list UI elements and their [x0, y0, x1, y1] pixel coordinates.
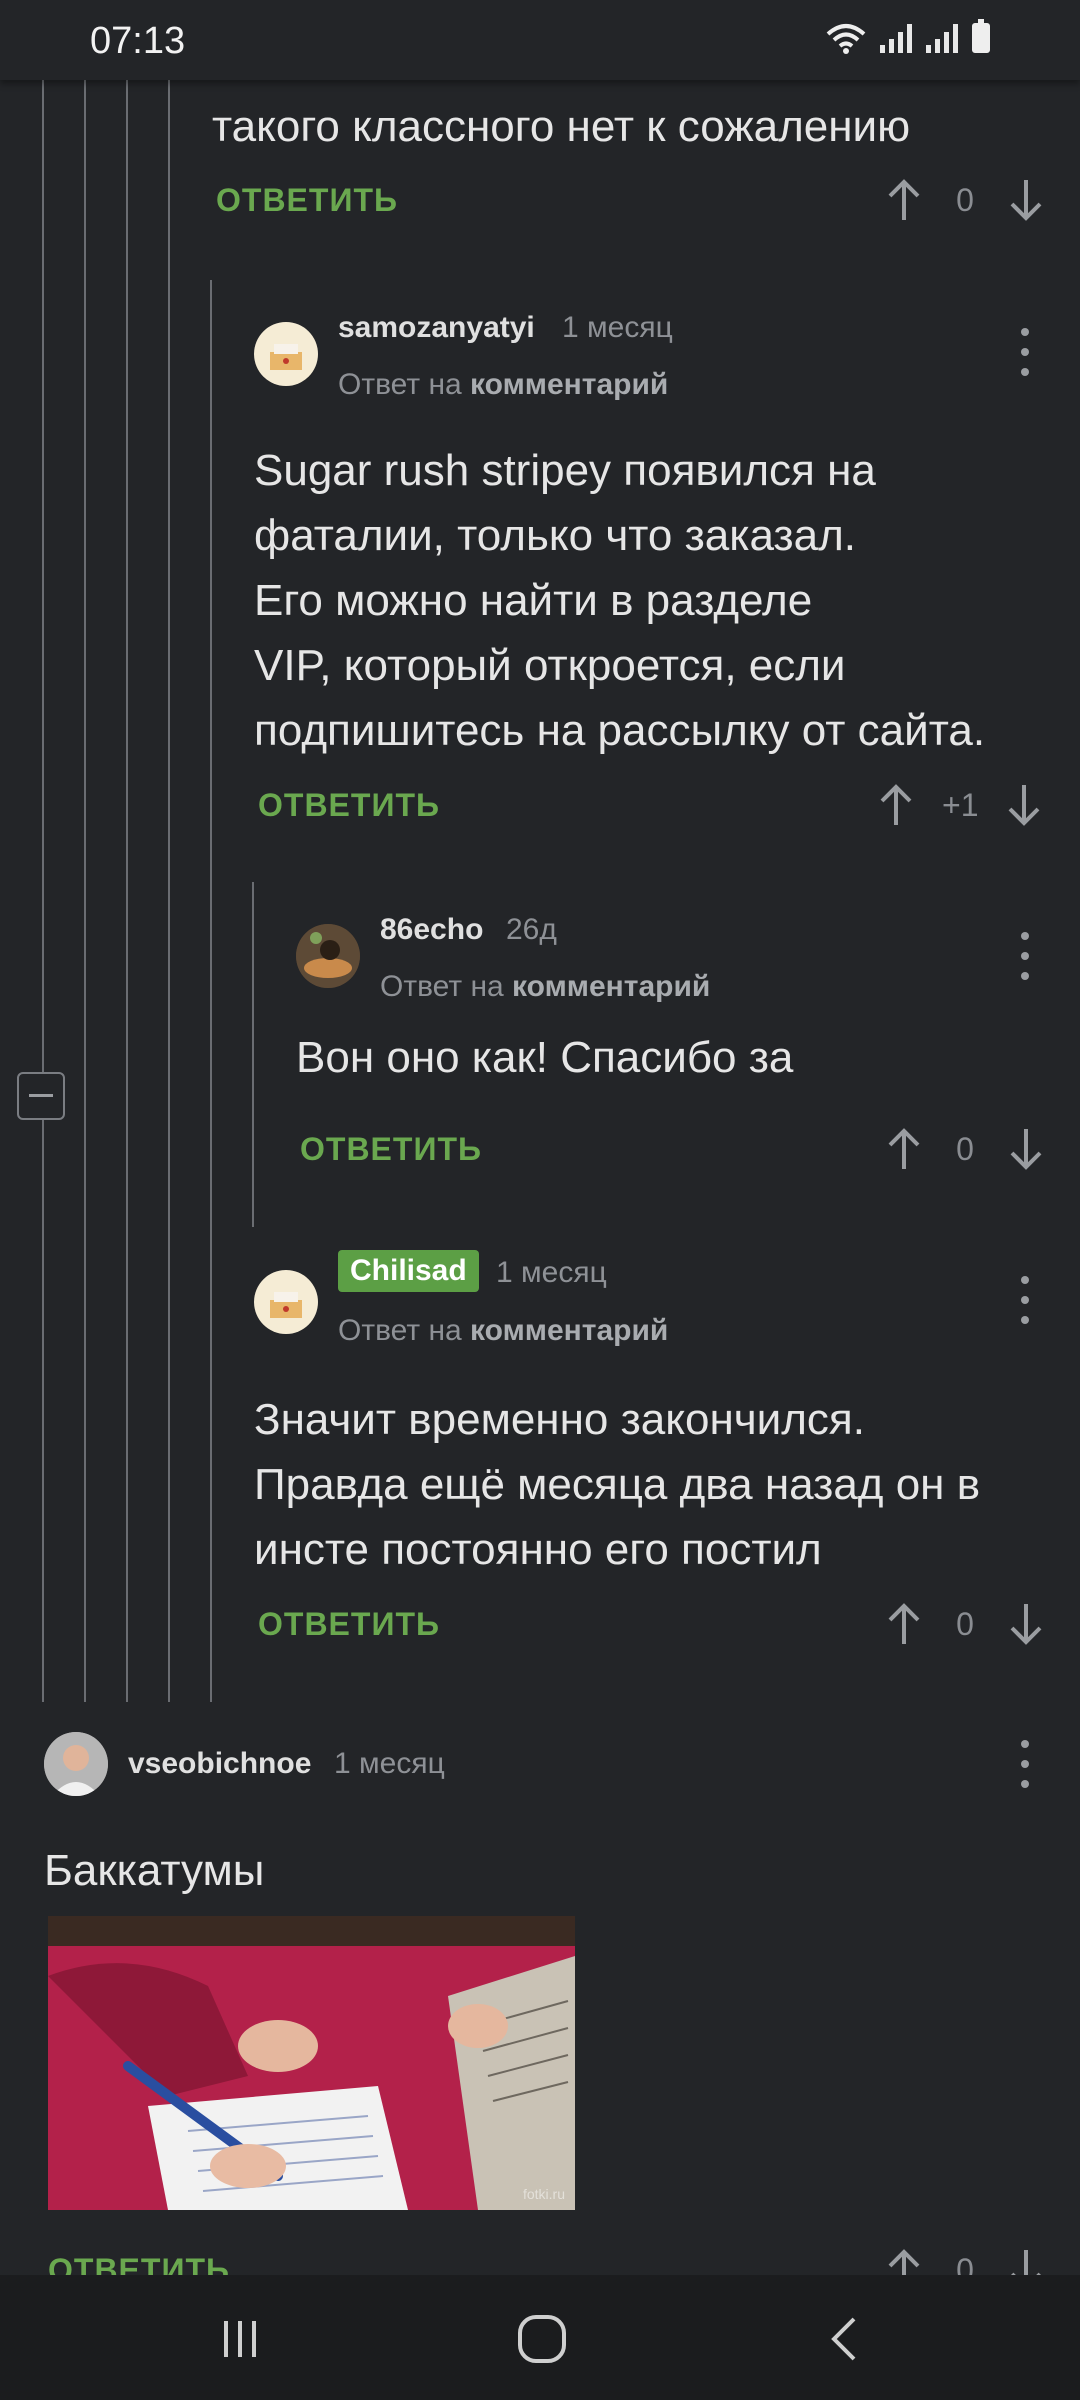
thread-line	[42, 80, 44, 1702]
home-icon[interactable]	[516, 2313, 568, 2365]
reply-button[interactable]: ОТВЕТИТЬ	[258, 1606, 440, 1643]
downvote-icon[interactable]	[1000, 781, 1048, 829]
avatar-cake-icon	[270, 1292, 302, 1318]
recent-apps-icon[interactable]	[216, 2315, 264, 2363]
vote-score: 0	[956, 1130, 974, 1167]
avatar[interactable]	[254, 322, 318, 386]
comment-photo	[48, 1916, 575, 2210]
comment-time: 1 месяц	[496, 1256, 607, 1289]
comment-time: 1 месяц	[334, 1747, 445, 1780]
vote-score: 0	[956, 181, 974, 218]
reply-to-info: Ответ на комментарий	[338, 1314, 668, 1348]
username[interactable]: vseobichnoe	[128, 1747, 311, 1781]
downvote-icon[interactable]	[1002, 1125, 1050, 1173]
username[interactable]: 86echo	[380, 913, 483, 947]
image-watermark: fotki.ru	[522, 2186, 565, 2202]
avatar-cake-icon	[270, 344, 302, 370]
thread-line	[126, 80, 128, 1702]
reply-to-link[interactable]: комментарий	[470, 368, 668, 401]
more-options-icon[interactable]	[1010, 1276, 1040, 1324]
status-bar: 07:13	[0, 0, 1080, 80]
more-options-icon[interactable]	[1010, 328, 1040, 376]
thread-line	[168, 80, 170, 1702]
back-icon[interactable]	[822, 2315, 870, 2363]
author-badge-username[interactable]: Chilisad	[338, 1250, 479, 1292]
upvote-icon[interactable]	[880, 1125, 928, 1173]
thread-line	[84, 80, 86, 1702]
reply-to-info: Ответ на комментарий	[338, 368, 668, 402]
avatar[interactable]	[254, 1270, 318, 1334]
vote-controls: 0	[880, 1600, 1050, 1648]
signal-icon-2	[926, 23, 958, 53]
vote-controls: +1	[872, 781, 1048, 829]
comment-text: Баккатумы	[44, 1846, 265, 1895]
comment-text: Sugar rush stripey появился на фаталии, …	[254, 446, 986, 755]
vote-controls: 0	[880, 1125, 1050, 1173]
comment-text-clip: Вон оно как! Спасибо за	[296, 1025, 996, 1107]
battery-icon	[972, 19, 990, 53]
upvote-icon[interactable]	[872, 781, 920, 829]
username[interactable]: samozanyatyi	[338, 311, 535, 345]
collapse-thread-button[interactable]	[17, 1072, 65, 1120]
upvote-icon[interactable]	[880, 176, 928, 224]
more-options-icon[interactable]	[1010, 932, 1040, 980]
comment-time: 1 месяц	[562, 311, 673, 344]
comment-text: такого классного нет к сожалению	[212, 102, 911, 151]
reply-button[interactable]: ОТВЕТИТЬ	[300, 1131, 482, 1168]
thread-line	[210, 280, 212, 1702]
upvote-icon[interactable]	[880, 1600, 928, 1648]
avatar-photo-icon	[296, 924, 360, 988]
avatar[interactable]	[44, 1732, 108, 1796]
vote-score: +1	[942, 786, 979, 823]
reply-to-prefix: Ответ на	[338, 1314, 462, 1347]
comment-text: Вон оно как! Спасибо за	[296, 1033, 794, 1082]
status-time: 07:13	[90, 20, 186, 62]
avatar[interactable]	[296, 924, 360, 988]
downvote-icon[interactable]	[1002, 176, 1050, 224]
wifi-icon	[826, 24, 866, 54]
comment-time: 26д	[506, 913, 557, 946]
reply-to-info: Ответ на комментарий	[380, 970, 710, 1004]
reply-to-prefix: Ответ на	[380, 970, 504, 1003]
more-options-icon[interactable]	[1010, 1740, 1040, 1788]
vote-score: 0	[956, 1605, 974, 1642]
reply-to-prefix: Ответ на	[338, 368, 462, 401]
avatar-person-icon	[44, 1732, 108, 1796]
reply-button[interactable]: ОТВЕТИТЬ	[216, 182, 398, 219]
system-nav-bar	[0, 2275, 1080, 2400]
signal-icon	[880, 23, 912, 53]
reply-button[interactable]: ОТВЕТИТЬ	[258, 787, 440, 824]
reply-to-link[interactable]: комментарий	[470, 1314, 668, 1347]
vote-controls: 0	[880, 176, 1050, 224]
downvote-icon[interactable]	[1002, 1600, 1050, 1648]
thread-line	[252, 882, 254, 1227]
reply-to-link[interactable]: комментарий	[512, 970, 710, 1003]
comment-image[interactable]: fotki.ru	[48, 1916, 575, 2210]
comment-text: Значит временно закончился. Правда ещё м…	[254, 1395, 981, 1574]
status-icons	[826, 19, 990, 54]
